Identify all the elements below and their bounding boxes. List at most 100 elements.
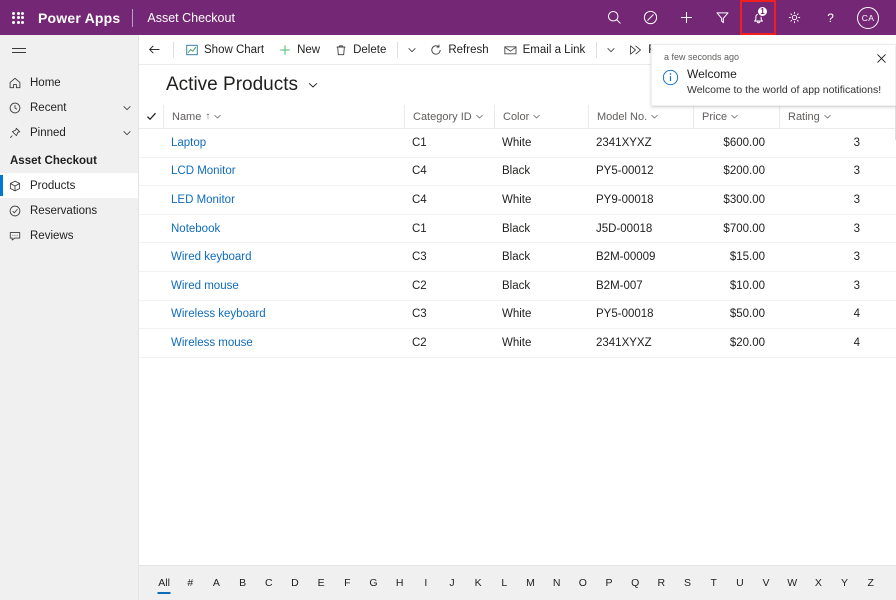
table-row[interactable]: Wireless mouse C2 White 2341XYXZ $20.00 … <box>139 329 896 358</box>
column-header-price[interactable]: Price <box>693 104 779 129</box>
view-selector-button[interactable] <box>307 79 319 91</box>
cell-name[interactable]: Wireless keyboard <box>163 308 404 320</box>
alpha-filter-h[interactable]: H <box>387 576 413 591</box>
alpha-filter-b[interactable]: B <box>230 576 256 591</box>
table-row[interactable]: Wireless keyboard C3 White PY5-00018 $50… <box>139 301 896 330</box>
alpha-filter-o[interactable]: O <box>570 576 596 591</box>
quick-create-button[interactable] <box>668 0 704 35</box>
table-row[interactable]: Wired mouse C2 Black B2M-007 $10.00 3 <box>139 272 896 301</box>
alpha-filter-w[interactable]: W <box>779 576 805 591</box>
alpha-filter-n[interactable]: N <box>544 576 570 591</box>
alpha-filter-s[interactable]: S <box>674 576 700 591</box>
refresh-button[interactable]: Refresh <box>422 35 495 65</box>
table-row[interactable]: Laptop C1 White 2341XYXZ $600.00 3 <box>139 129 896 158</box>
cell-price: $50.00 <box>729 308 765 321</box>
chevron-down-icon <box>731 114 738 119</box>
alpha-filter-m[interactable]: M <box>517 576 543 591</box>
cell-rating: 4 <box>853 336 860 349</box>
sidebar-item-recent[interactable]: Recent <box>0 95 138 120</box>
info-icon <box>662 67 679 97</box>
email-a-link-button[interactable]: Email a Link <box>496 35 593 65</box>
column-header-category-id[interactable]: Category ID <box>404 104 494 129</box>
select-all-checkbox[interactable] <box>139 111 163 122</box>
delete-button[interactable]: Delete <box>327 35 393 65</box>
filter-button[interactable] <box>704 0 740 35</box>
alpha-filter-x[interactable]: X <box>805 576 831 591</box>
alpha-filter-v[interactable]: V <box>753 576 779 591</box>
notification-message: Welcome to the world of app notification… <box>687 84 882 96</box>
alpha-filter-a[interactable]: A <box>203 576 229 591</box>
header-actions: 1 ? CA <box>596 0 896 35</box>
cell-color: White <box>502 308 532 321</box>
chevron-down-icon[interactable] <box>116 128 138 138</box>
show-chart-button[interactable]: Show Chart <box>178 35 271 65</box>
cell-name[interactable]: LED Monitor <box>163 194 404 206</box>
cell-category: C3 <box>412 251 427 264</box>
column-header-name[interactable]: Name ↑ <box>163 104 404 129</box>
table-row[interactable]: LCD Monitor C4 Black PY5-00012 $200.00 3 <box>139 158 896 187</box>
delete-caret-button[interactable] <box>402 35 422 65</box>
comment-icon <box>8 229 30 243</box>
notifications-button[interactable]: 1 <box>740 0 776 35</box>
sidebar-collapse-button[interactable] <box>0 35 138 65</box>
sidebar-item-home[interactable]: Home <box>0 70 138 95</box>
waffle-icon <box>12 11 24 24</box>
user-avatar-button[interactable]: CA <box>848 0 888 35</box>
filter-icon <box>715 12 729 24</box>
app-header: Power Apps Asset Checkout 1 ? CA <box>0 0 896 35</box>
alpha-filter-c[interactable]: C <box>256 576 282 591</box>
notification-content: Welcome Welcome to the world of app noti… <box>687 67 881 97</box>
search-button[interactable] <box>596 0 632 35</box>
box-icon <box>8 179 30 193</box>
notification-close-button[interactable] <box>873 50 889 66</box>
alpha-filter-d[interactable]: D <box>282 576 308 591</box>
alpha-filter-e[interactable]: E <box>308 576 334 591</box>
alpha-filter-r[interactable]: R <box>648 576 674 591</box>
close-icon <box>876 53 886 63</box>
alpha-filter-z[interactable]: Z <box>858 576 884 591</box>
app-launcher-button[interactable] <box>0 0 36 35</box>
cell-name[interactable]: Wired keyboard <box>163 251 404 263</box>
app-name: Asset Checkout <box>147 10 235 25</box>
new-button[interactable]: New <box>271 35 327 65</box>
alpha-filter-all[interactable]: All <box>151 576 177 591</box>
chevron-down-icon <box>824 114 831 119</box>
sidebar-item-pinned[interactable]: Pinned <box>0 120 138 145</box>
alpha-filter-g[interactable]: G <box>360 576 386 591</box>
assistant-button[interactable] <box>632 0 668 35</box>
alpha-filter-u[interactable]: U <box>727 576 753 591</box>
alpha-filter-i[interactable]: I <box>413 576 439 591</box>
sidebar-item-reviews[interactable]: Reviews <box>0 223 138 248</box>
alpha-filter-t[interactable]: T <box>701 576 727 591</box>
notification-flyout: a few seconds ago Welcome Welcome to the… <box>651 44 896 106</box>
column-header-model-no[interactable]: Model No. <box>588 104 693 129</box>
cell-name[interactable]: LCD Monitor <box>163 165 404 177</box>
back-button[interactable] <box>139 35 169 65</box>
sidebar-item-products[interactable]: Products <box>0 173 138 198</box>
alpha-filter-j[interactable]: J <box>439 576 465 591</box>
cell-name[interactable]: Wireless mouse <box>163 337 404 349</box>
cell-price: $300.00 <box>723 193 765 206</box>
column-header-color[interactable]: Color <box>494 104 588 129</box>
cell-price: $700.00 <box>723 222 765 235</box>
sidebar-item-reservations[interactable]: Reservations <box>0 198 138 223</box>
alpha-filter-k[interactable]: K <box>465 576 491 591</box>
settings-button[interactable] <box>776 0 812 35</box>
alpha-filter-f[interactable]: F <box>334 576 360 591</box>
help-button[interactable]: ? <box>812 0 848 35</box>
column-header-rating[interactable]: Rating <box>779 104 874 129</box>
alpha-filter-y[interactable]: Y <box>831 576 857 591</box>
table-row[interactable]: LED Monitor C4 White PY9-00018 $300.00 3 <box>139 186 896 215</box>
chevron-down-icon[interactable] <box>116 103 138 113</box>
table-row[interactable]: Wired keyboard C3 Black B2M-00009 $15.00… <box>139 243 896 272</box>
alpha-filter-p[interactable]: P <box>596 576 622 591</box>
alpha-filter-hash[interactable]: # <box>177 576 203 591</box>
cell-name[interactable]: Notebook <box>163 223 404 235</box>
table-row[interactable]: Notebook C1 Black J5D-00018 $700.00 3 <box>139 215 896 244</box>
cell-name[interactable]: Laptop <box>163 137 404 149</box>
alpha-filter-l[interactable]: L <box>491 576 517 591</box>
email-link-caret-button[interactable] <box>601 35 621 65</box>
alpha-filter-q[interactable]: Q <box>622 576 648 591</box>
notification-timestamp: a few seconds ago <box>664 52 740 62</box>
cell-name[interactable]: Wired mouse <box>163 280 404 292</box>
